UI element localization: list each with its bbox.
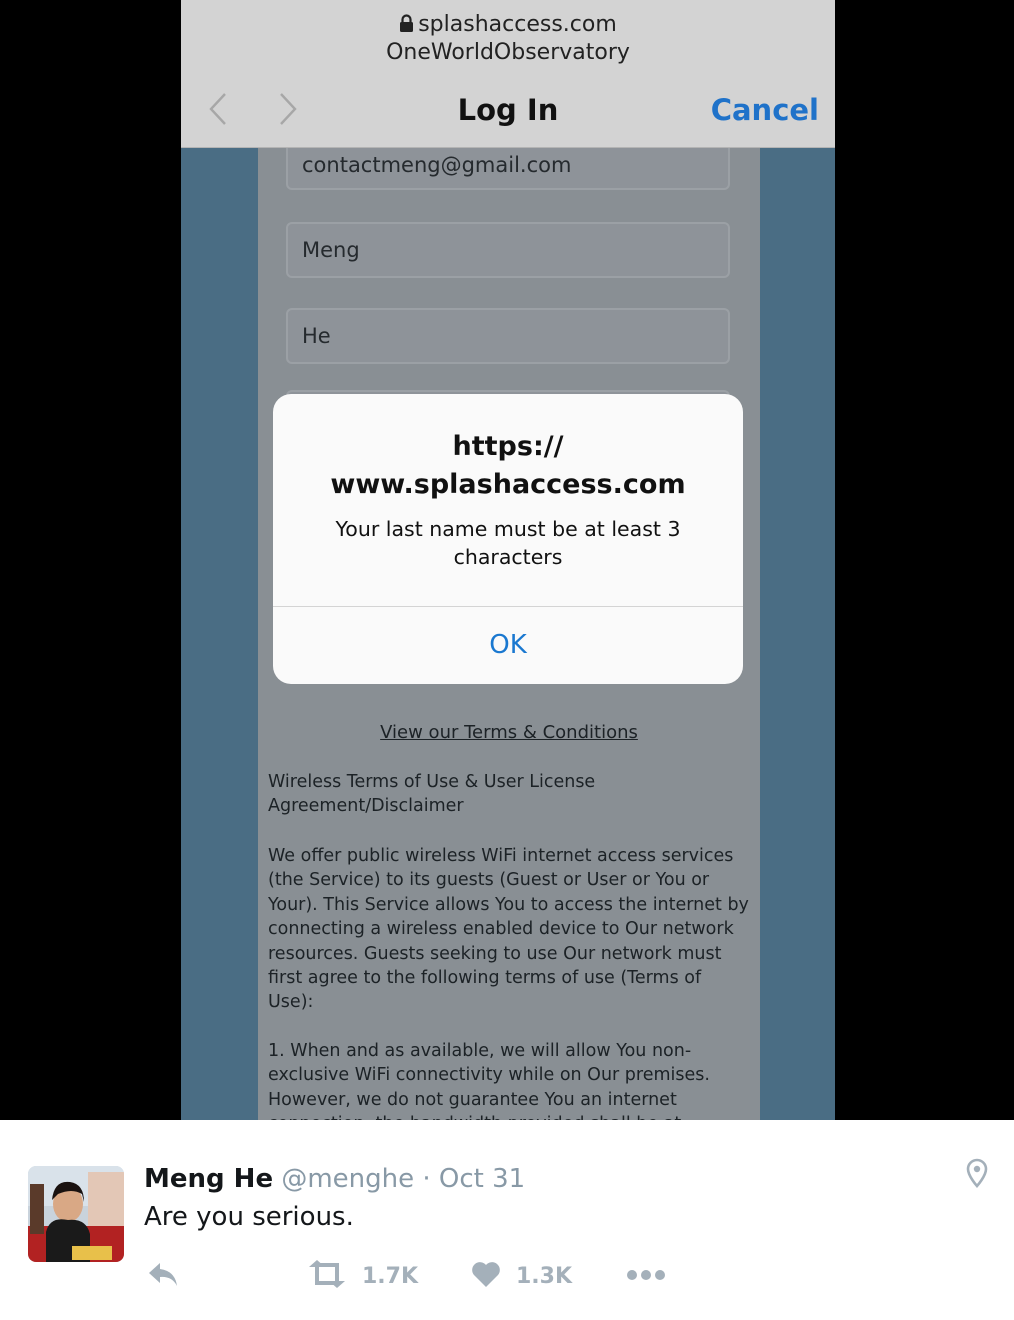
terms-heading: Wireless Terms of Use & User License Agr… — [268, 772, 596, 817]
terms-paragraph: 1. When and as available, we will allow … — [268, 1041, 710, 1120]
avatar[interactable] — [28, 1166, 124, 1262]
tweet: Meng He @menghe · Oct 31 Are you serious… — [0, 1120, 1014, 1320]
heart-icon — [470, 1259, 502, 1293]
more-button[interactable] — [626, 1258, 666, 1294]
cancel-button[interactable]: Cancel — [711, 92, 819, 128]
embedded-screenshot: splashaccess.com OneWorldObservatory Log… — [0, 0, 1014, 1120]
terms-paragraph: We offer public wireless WiFi internet a… — [268, 846, 749, 1013]
site-name: OneWorldObservatory — [386, 40, 630, 65]
alert-title: https:// www.splashaccess.com — [330, 431, 686, 500]
like-button[interactable]: 1.3K — [470, 1258, 572, 1294]
phone-screen: splashaccess.com OneWorldObservatory Log… — [181, 0, 835, 1120]
reply-icon — [146, 1259, 180, 1293]
tweet-date[interactable]: Oct 31 — [439, 1164, 525, 1194]
retweet-count: 1.7K — [362, 1263, 419, 1289]
url-text: splashaccess.com — [418, 12, 617, 37]
tweet-header: Meng He @menghe · Oct 31 — [144, 1162, 525, 1196]
ok-button[interactable]: OK — [273, 607, 743, 684]
retweet-button[interactable]: 1.7K — [306, 1258, 418, 1294]
alert-dialog: https:// www.splashaccess.com Your last … — [273, 394, 743, 684]
author-handle[interactable]: @menghe — [281, 1164, 414, 1194]
alert-message: Your last name must be at least 3 charac… — [335, 517, 681, 569]
last-name-field[interactable]: He — [286, 308, 730, 364]
author-name[interactable]: Meng He — [144, 1164, 273, 1194]
browser-nav-bar: splashaccess.com OneWorldObservatory Log… — [181, 0, 835, 148]
terms-link[interactable]: View our Terms & Conditions — [258, 722, 760, 743]
separator-dot: · — [422, 1164, 431, 1194]
tweet-text: Are you serious. — [144, 1202, 354, 1232]
reply-button[interactable] — [146, 1258, 180, 1294]
retweet-icon — [306, 1259, 348, 1293]
first-name-field[interactable]: Meng — [286, 222, 730, 278]
like-count: 1.3K — [516, 1263, 573, 1289]
location-pin-icon[interactable] — [965, 1158, 989, 1188]
more-dots-icon — [626, 1267, 666, 1286]
